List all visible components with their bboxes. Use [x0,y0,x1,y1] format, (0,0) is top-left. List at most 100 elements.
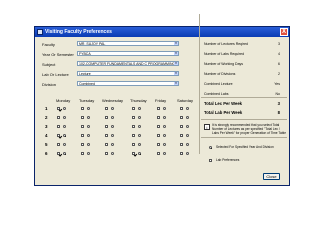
slot-checkbox[interactable] [105,125,108,128]
slot-radio[interactable] [63,125,66,128]
legend-divider [201,137,287,138]
close-button[interactable]: Close [263,173,280,180]
slot-radio[interactable] [87,116,90,119]
slot-radio[interactable] [63,107,66,110]
chevron-down-icon[interactable]: ▾ [174,62,178,65]
slot-checkbox[interactable] [81,152,84,155]
slot-checkbox[interactable] [81,143,84,146]
slot-radio[interactable] [111,143,114,146]
slot-radio[interactable] [186,116,189,119]
slot-radio[interactable] [163,143,166,146]
slot-checkbox[interactable] [157,116,160,119]
total-lec-value: 3 [277,101,280,106]
slot-radio[interactable] [138,125,141,128]
slot-radio[interactable] [111,107,114,110]
slot-checkbox[interactable] [180,116,183,119]
slot-checkbox[interactable] [57,152,60,155]
total-lab-value: 8 [277,110,280,115]
slot-radio[interactable] [111,125,114,128]
slot-checkbox[interactable] [157,134,160,137]
slot-radio[interactable] [87,152,90,155]
slot-checkbox[interactable] [180,152,183,155]
slot-radio[interactable] [138,107,141,110]
slot-radio[interactable] [163,116,166,119]
info-icon: i [204,124,210,130]
slot-radio[interactable] [163,125,166,128]
subject-select[interactable]: 102-COMPUTER FUNDAMENTALS AND C PROGRAMM… [77,61,179,66]
lab-lecture-select[interactable]: Lecture ▾ [77,71,179,76]
slot-checkbox[interactable] [132,107,135,110]
row-number: 4 [45,133,48,138]
slot-checkbox[interactable] [105,116,108,119]
slot-radio[interactable] [111,116,114,119]
slot-checkbox[interactable] [180,134,183,137]
chevron-down-icon[interactable]: ▾ [174,42,178,45]
slot-checkbox[interactable] [57,116,60,119]
slot-checkbox[interactable] [105,134,108,137]
slot-radio[interactable] [163,107,166,110]
slot-checkbox[interactable] [132,134,135,137]
division-select[interactable]: Combined ▾ [77,81,179,86]
slot-checkbox[interactable] [180,143,183,146]
slot-checkbox[interactable] [105,107,108,110]
slot-radio[interactable] [63,143,66,146]
working-days-label: Number of Working Days [204,62,244,66]
slot-checkbox[interactable] [81,125,84,128]
slot-checkbox[interactable] [105,152,108,155]
chevron-down-icon[interactable]: ▾ [174,52,178,55]
slot-radio[interactable] [186,143,189,146]
slot-checkbox[interactable] [57,125,60,128]
slot-radio[interactable] [138,143,141,146]
slot-checkbox[interactable] [180,125,183,128]
combined-labs-label: Combined Labs [204,92,229,96]
vertical-divider [199,14,200,154]
total-lab-label: Total Lab Per Week [204,110,243,115]
slot-checkbox[interactable] [81,134,84,137]
slot-checkbox[interactable] [132,143,135,146]
slot-radio[interactable] [87,107,90,110]
slot-radio[interactable] [111,152,114,155]
slot-checkbox[interactable] [157,143,160,146]
slot-radio[interactable] [63,152,66,155]
slot-checkbox[interactable] [157,107,160,110]
row-number: 3 [45,124,48,129]
chevron-down-icon[interactable]: ▾ [174,82,178,85]
slot-radio[interactable] [87,134,90,137]
row-number: 5 [45,142,48,147]
slot-checkbox[interactable] [81,107,84,110]
slot-checkbox[interactable] [132,152,135,155]
chevron-down-icon[interactable]: ▾ [174,72,178,75]
division-label: Division [42,82,57,87]
slot-checkbox[interactable] [157,152,160,155]
faculty-select[interactable]: MR. SUJOY PAL ▾ [77,41,179,46]
slot-checkbox[interactable] [105,143,108,146]
title-bar: Visiting Faculty Preferences X [35,27,289,37]
slot-radio[interactable] [186,107,189,110]
slot-radio[interactable] [63,134,66,137]
slot-checkbox[interactable] [157,125,160,128]
slot-checkbox[interactable] [81,116,84,119]
slot-radio[interactable] [63,116,66,119]
slot-checkbox[interactable] [57,107,60,110]
slot-radio[interactable] [138,116,141,119]
slot-checkbox[interactable] [57,134,60,137]
slot-radio[interactable] [87,143,90,146]
slot-radio[interactable] [138,152,141,155]
slot-checkbox[interactable] [132,116,135,119]
slot-radio[interactable] [111,134,114,137]
slot-radio[interactable] [87,125,90,128]
year-select[interactable]: FYBCA ▾ [77,51,179,56]
slot-checkbox[interactable] [132,125,135,128]
slot-checkbox[interactable] [57,143,60,146]
slot-radio[interactable] [186,152,189,155]
slot-radio[interactable] [163,152,166,155]
slot-radio[interactable] [138,134,141,137]
year-label: Year Or Semester [42,52,74,57]
legend-lab-checkbox [209,159,212,162]
slot-radio[interactable] [163,134,166,137]
window-close-button[interactable]: X [280,28,288,36]
slot-radio[interactable] [186,125,189,128]
slot-radio[interactable] [186,134,189,137]
stats-divider [201,97,287,98]
slot-checkbox[interactable] [180,107,183,110]
